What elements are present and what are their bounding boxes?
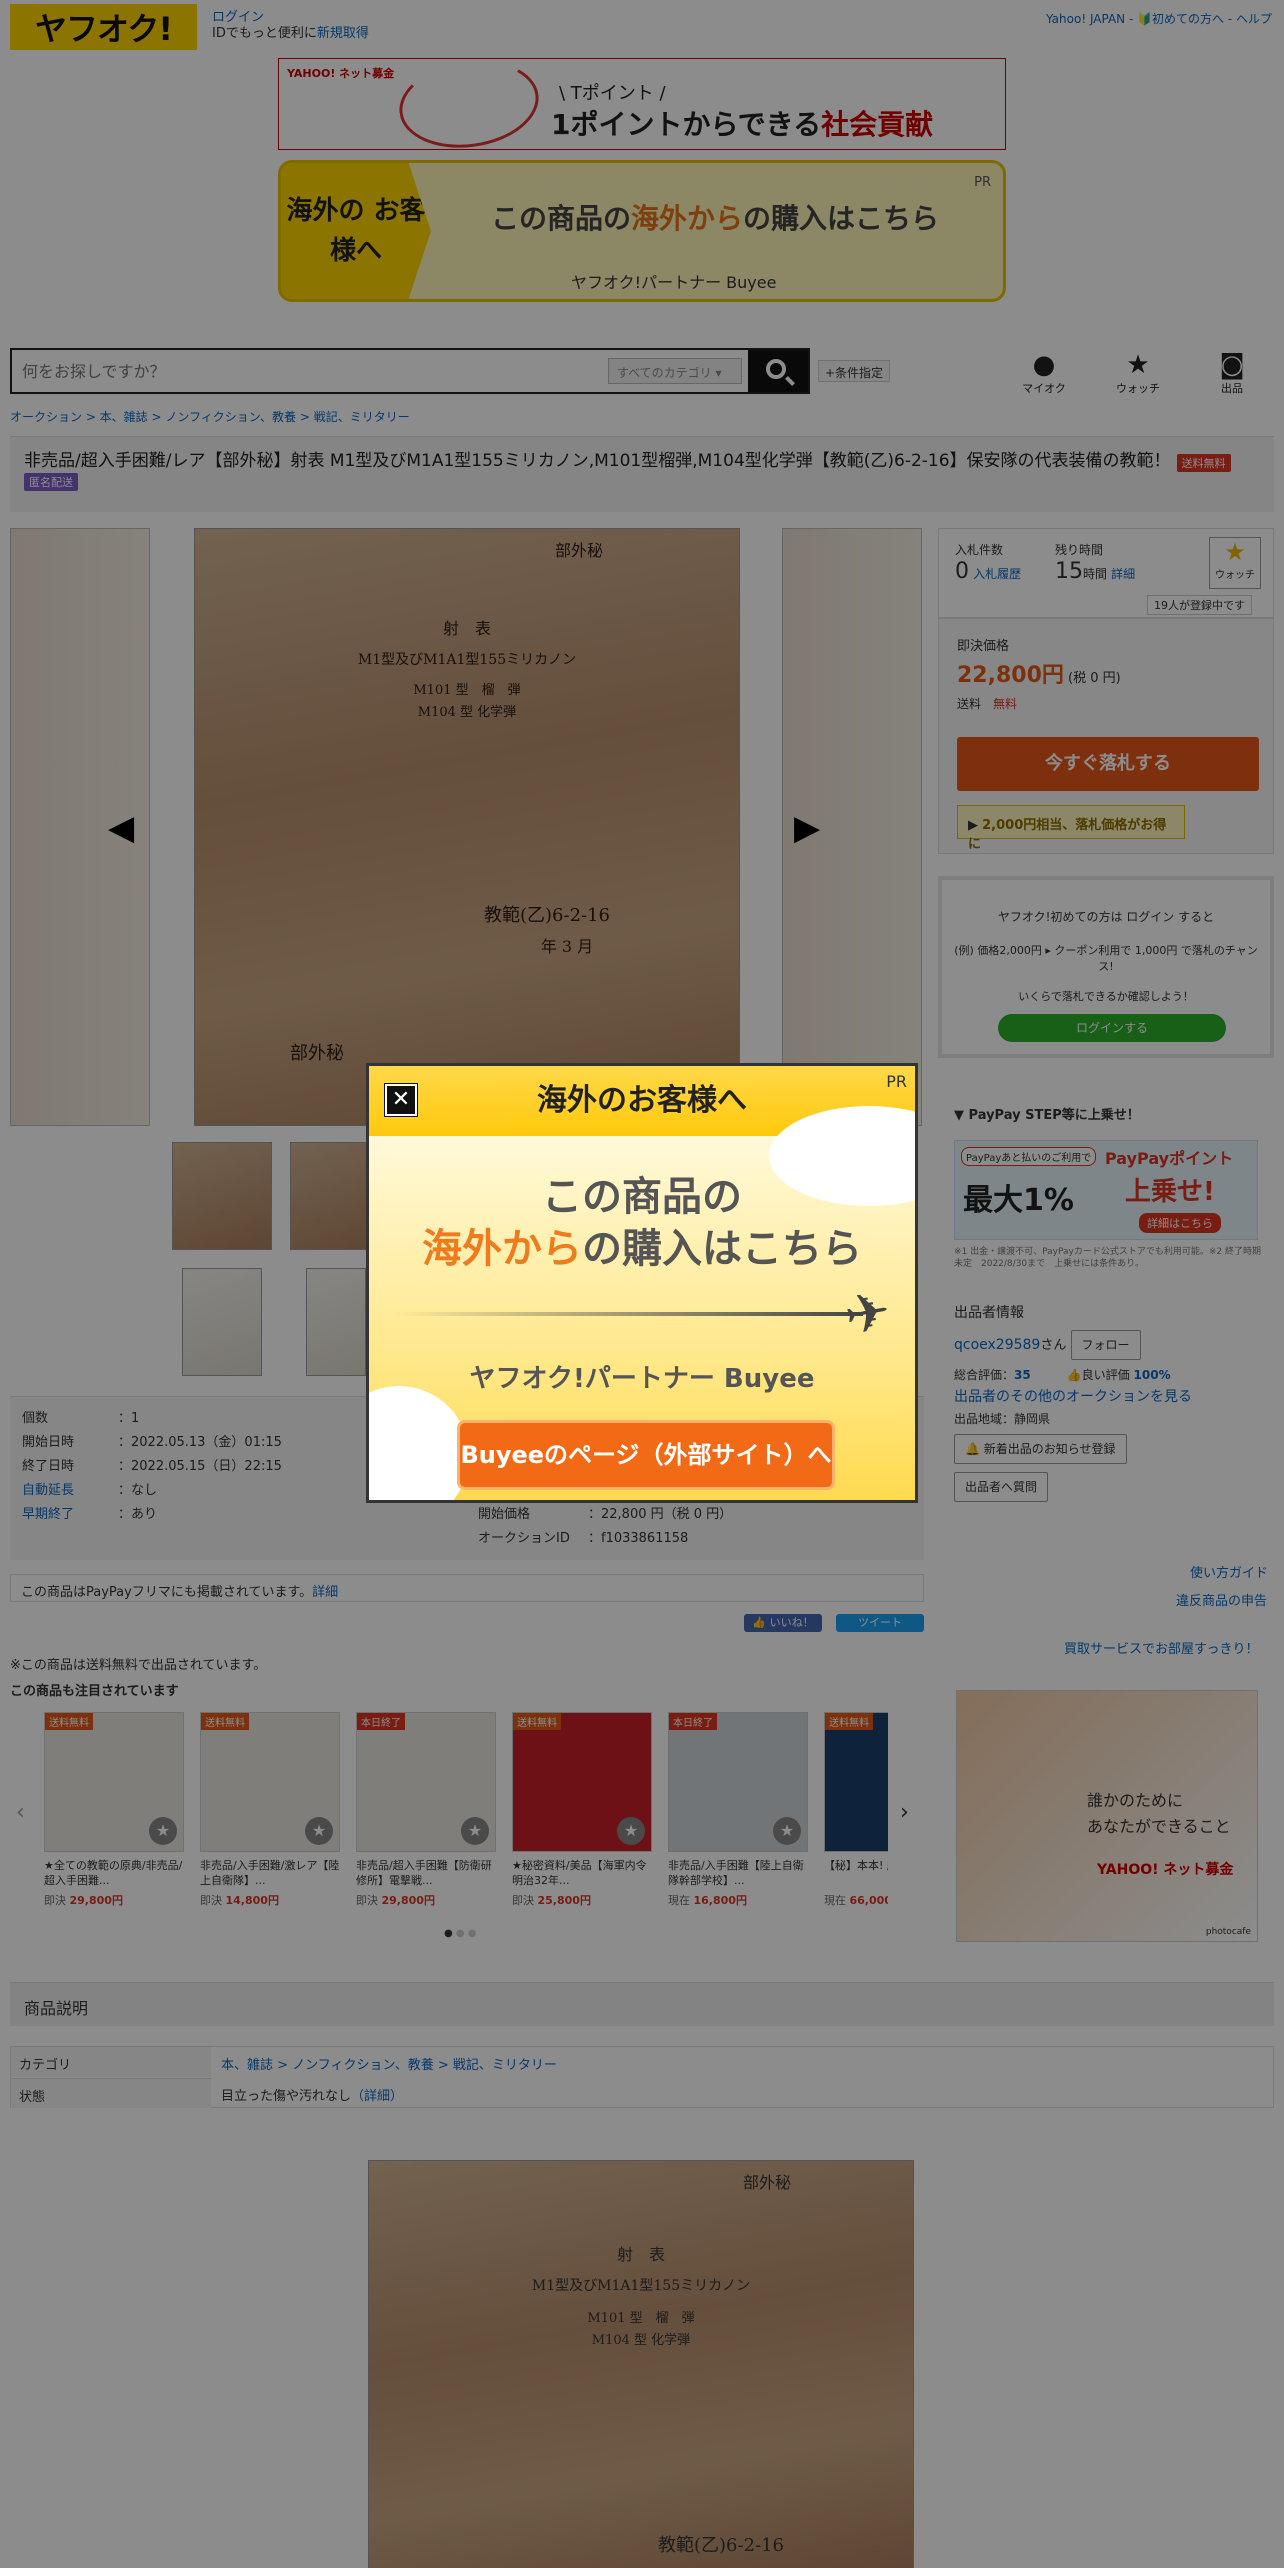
modal-pr: PR [886,1072,907,1091]
plane-trail [393,1312,863,1316]
modal-line2: 海外からの購入はこちら [422,1226,862,1272]
modal-line1: この商品の [542,1174,742,1220]
buyee-modal: 海外のお客様へ ✕ PR この商品の 海外からの購入はこちら ✈ ヤフオク!パー… [366,1063,918,1503]
close-icon[interactable]: ✕ [384,1083,418,1117]
airplane-icon: ✈ [839,1278,896,1349]
modal-partner: ヤフオク!パートナー Buyee [469,1364,815,1394]
buyee-page-button[interactable]: Buyeeのページ（外部サイト）へ [457,1420,835,1490]
